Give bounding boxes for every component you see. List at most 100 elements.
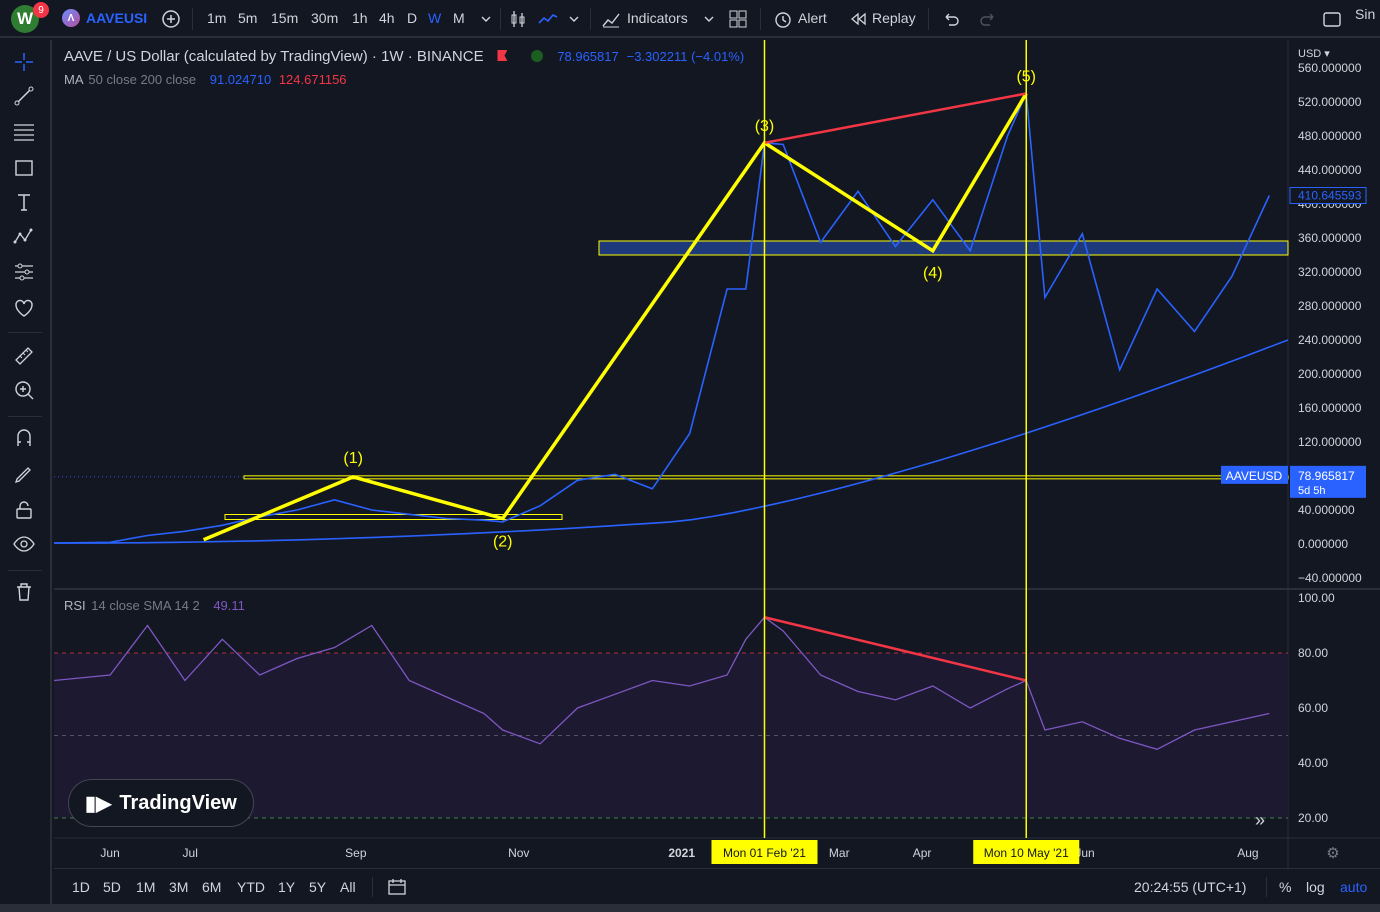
price-tick: 320.000000: [1298, 265, 1362, 279]
interval-30m[interactable]: 30m: [311, 10, 338, 26]
fib-lines-icon[interactable]: [12, 120, 40, 148]
time-tick: Jun: [100, 846, 119, 860]
rsi-value: 49.11: [213, 598, 245, 613]
undo-icon[interactable]: [940, 8, 962, 30]
text-icon[interactable]: [12, 190, 40, 218]
interval-5m[interactable]: 5m: [238, 10, 257, 26]
interval-1h[interactable]: 1h: [352, 10, 368, 26]
eye-icon[interactable]: [12, 532, 40, 560]
rsi-tick: 40.00: [1298, 756, 1328, 770]
auto-toggle[interactable]: auto: [1340, 879, 1367, 895]
wave-label-3: (3): [755, 118, 775, 135]
last-price-text: 78.965817: [1298, 469, 1355, 483]
zoom-in-icon[interactable]: [12, 378, 40, 406]
tv-logo-icon: ▮▶: [85, 792, 112, 815]
crosshair-icon[interactable]: [12, 50, 40, 78]
layout-grid-icon[interactable]: [727, 8, 749, 30]
price-tick: 560.000000: [1298, 61, 1362, 75]
range-5d[interactable]: 5D: [103, 879, 121, 895]
alert-clock-icon[interactable]: [772, 8, 794, 30]
wave-label-5: (5): [1016, 69, 1036, 86]
clock-time[interactable]: 20:24:55 (UTC+1): [1134, 879, 1246, 895]
price-tick: 40.000000: [1298, 503, 1355, 517]
rsi-tick: 60.00: [1298, 701, 1328, 715]
aave-logo-icon: Λ: [62, 9, 80, 27]
replay-button[interactable]: Replay: [872, 10, 916, 26]
snapshot-label[interactable]: Sin: [1355, 6, 1375, 22]
log-toggle[interactable]: log: [1306, 879, 1325, 895]
indicators-icon[interactable]: [600, 8, 622, 30]
flag-icon[interactable]: [497, 50, 508, 61]
symbol-search[interactable]: Λ AAVEUSI: [62, 9, 147, 27]
trend-line-icon[interactable]: [12, 84, 40, 112]
scroll-right-icon: »: [1255, 810, 1265, 830]
tradingview-logo[interactable]: ▮▶ TradingView: [68, 779, 254, 827]
range-1d[interactable]: 1D: [72, 879, 90, 895]
price-tick: 520.000000: [1298, 95, 1362, 109]
resistance-zone[interactable]: [598, 240, 1289, 256]
interval-4h[interactable]: 4h: [379, 10, 395, 26]
interval-d[interactable]: D: [407, 10, 417, 26]
ma50-value: 91.024710: [209, 72, 272, 87]
range-6m[interactable]: 6M: [202, 879, 221, 895]
trash-icon[interactable]: [12, 580, 40, 608]
indicators-button[interactable]: Indicators: [627, 10, 688, 26]
symbol-tag-text: AAVEUSD: [1226, 469, 1283, 483]
wave-label-1: (1): [343, 450, 363, 467]
range-5y[interactable]: 5Y: [309, 879, 326, 895]
range-ytd[interactable]: YTD: [237, 879, 265, 895]
interval-m[interactable]: M: [453, 10, 465, 26]
forecast-icon[interactable]: [12, 260, 40, 288]
redo-icon[interactable]: [977, 8, 999, 30]
ruler-icon[interactable]: [12, 344, 40, 372]
interval-w[interactable]: W: [428, 10, 441, 26]
rsi-params: 14 close SMA 14 2: [91, 598, 200, 613]
time-tick: Sep: [345, 846, 367, 860]
price-tick: 440.000000: [1298, 163, 1362, 177]
chart-area[interactable]: (1) (2) (3) (4) (5) 560.000000 520.000000 480.0…: [54, 40, 1380, 908]
interval-1m[interactable]: 1m: [207, 10, 226, 26]
lock-pencil-icon[interactable]: [12, 462, 40, 490]
price-tick: 360.000000: [1298, 231, 1362, 245]
add-symbol-icon[interactable]: [160, 8, 182, 30]
alert-button[interactable]: Alert: [798, 10, 827, 26]
rectangle-icon[interactable]: [12, 156, 40, 184]
lock-icon[interactable]: [12, 498, 40, 526]
time-tick: 2021: [668, 846, 695, 860]
countdown-text: 5d 5h: [1298, 485, 1326, 497]
chevron-down-icon[interactable]: [475, 8, 497, 30]
time-tick: Aug: [1237, 846, 1258, 860]
chart-canvas[interactable]: (1) (2) (3) (4) (5) 560.000000 520.000000 480.0…: [54, 40, 1380, 908]
bottom-toolbar: 1D 5D 1M 3M 6M YTD 1Y 5Y All 20:24:55 (U…: [54, 868, 1380, 904]
percent-toggle[interactable]: %: [1279, 879, 1291, 895]
interval-15m[interactable]: 15m: [271, 10, 298, 26]
range-1y[interactable]: 1Y: [278, 879, 295, 895]
time-highlight-text-1: Mon 01 Feb '21: [723, 846, 806, 860]
replay-icon[interactable]: [848, 8, 870, 30]
pattern-icon[interactable]: [12, 224, 40, 252]
price-tick: 280.000000: [1298, 299, 1362, 313]
chart-legend: AAVE / US Dollar (calculated by TradingV…: [64, 48, 744, 65]
candles-icon[interactable]: [507, 8, 529, 30]
magnet-icon[interactable]: [12, 426, 40, 454]
range-1m[interactable]: 1M: [136, 879, 155, 895]
chevron-down-icon[interactable]: [698, 8, 720, 30]
range-all[interactable]: All: [340, 879, 356, 895]
tv-brand-text: TradingView: [119, 791, 237, 814]
price-tick: 0.000000: [1298, 537, 1348, 551]
rsi-label: RSI: [64, 598, 86, 613]
ma-legend[interactable]: MA 50 close 200 close 91.024710 124.6711…: [64, 72, 347, 87]
price-tick: 480.000000: [1298, 129, 1362, 143]
ma-label: MA: [64, 72, 83, 87]
chevron-down-icon[interactable]: [563, 8, 585, 30]
time-tick: Mar: [829, 846, 850, 860]
fullscreen-icon[interactable]: [1321, 8, 1343, 30]
price-change: −3.302211 (−4.01%): [626, 49, 745, 64]
calendar-icon[interactable]: [386, 876, 408, 898]
drawing-toolbar: [0, 40, 52, 912]
line-chart-icon[interactable]: [537, 8, 559, 30]
range-3m[interactable]: 3M: [169, 879, 188, 895]
avatar-letter: W: [16, 9, 34, 28]
rsi-legend[interactable]: RSI 14 close SMA 14 2 49.11: [64, 598, 245, 613]
heart-icon[interactable]: [12, 296, 40, 324]
